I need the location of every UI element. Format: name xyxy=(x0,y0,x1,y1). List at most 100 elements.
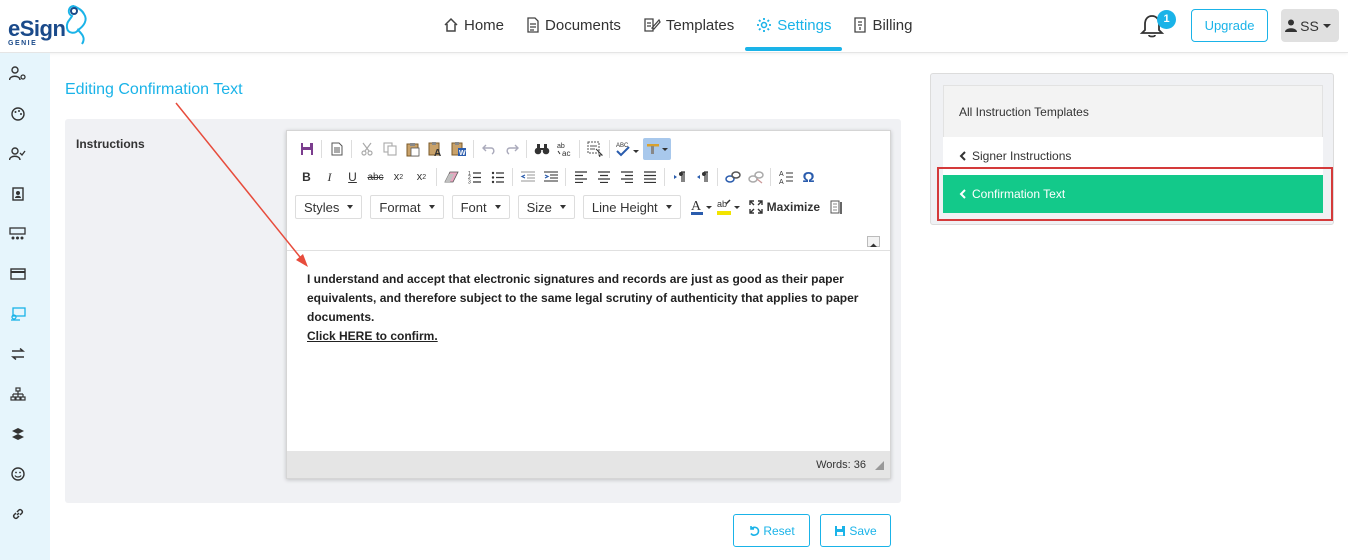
chevron-down-icon xyxy=(494,205,501,209)
numbered-list-icon[interactable]: 123 xyxy=(463,166,486,188)
background-color-icon[interactable]: ab xyxy=(715,196,743,218)
maximize-button[interactable]: Maximize xyxy=(748,196,825,218)
sidebar-transfer-icon[interactable] xyxy=(9,345,26,362)
sidebar-instructions-icon[interactable] xyxy=(9,305,26,322)
instruction-templates-heading: All Instruction Templates xyxy=(943,85,1323,138)
ltr-direction-icon[interactable] xyxy=(668,166,691,188)
anchor-icon[interactable]: AA xyxy=(774,166,797,188)
svg-text:A: A xyxy=(779,179,784,184)
italic-icon[interactable]: I xyxy=(318,166,341,188)
save-doc-icon[interactable] xyxy=(295,138,318,160)
bulleted-list-icon[interactable] xyxy=(486,166,509,188)
sidebar-palette-icon[interactable] xyxy=(9,105,26,122)
gear-icon xyxy=(757,18,772,32)
svg-text:A: A xyxy=(779,171,784,178)
save-label: Save xyxy=(849,523,877,538)
chevron-down-icon xyxy=(347,205,354,209)
nav-documents[interactable]: Documents xyxy=(515,0,632,50)
redo-icon[interactable] xyxy=(500,138,523,160)
sidebar-smiley-icon[interactable] xyxy=(9,465,26,482)
reset-button[interactable]: Reset xyxy=(733,514,810,547)
chevron-down-icon xyxy=(559,205,566,209)
nav-templates[interactable]: Templates xyxy=(632,0,745,50)
font-dropdown-label: Font xyxy=(460,199,487,215)
rtl-direction-icon[interactable] xyxy=(691,166,714,188)
chevron-down-icon xyxy=(665,205,672,209)
sidebar-user-check-icon[interactable] xyxy=(9,145,26,162)
spellcheck-icon[interactable]: ABC xyxy=(613,138,643,160)
triangle-up-icon xyxy=(870,243,877,247)
bold-icon[interactable]: B xyxy=(295,166,318,188)
cut-icon[interactable] xyxy=(355,138,378,160)
resize-handle-icon[interactable] xyxy=(875,461,884,470)
replace-icon[interactable]: ab ac xyxy=(553,138,576,160)
sidebar-integrations-icon[interactable] xyxy=(9,425,26,442)
align-left-icon[interactable] xyxy=(569,166,592,188)
decrease-indent-icon[interactable] xyxy=(516,166,539,188)
line-height-dropdown[interactable]: Line Height xyxy=(582,195,681,219)
paste-icon[interactable] xyxy=(401,138,424,160)
find-icon[interactable] xyxy=(530,138,553,160)
font-dropdown[interactable]: Font xyxy=(451,195,510,219)
toolbar-separator xyxy=(664,168,665,186)
save-button[interactable]: Save xyxy=(820,514,891,547)
remove-format-icon[interactable] xyxy=(440,166,463,188)
template-icon xyxy=(644,18,661,32)
sidebar-contact-card-icon[interactable] xyxy=(9,185,26,202)
collapse-toolbar-button[interactable] xyxy=(867,236,880,247)
confirmation-body-text: I understand and accept that electronic … xyxy=(307,272,859,324)
user-menu-button[interactable]: SS xyxy=(1281,9,1339,42)
esign-genie-logo[interactable]: eSign GENIE xyxy=(6,4,92,48)
size-dropdown[interactable]: Size xyxy=(517,195,575,219)
text-styles-active-icon[interactable] xyxy=(643,138,671,160)
special-character-icon[interactable]: Ω xyxy=(797,166,820,188)
nav-billing[interactable]: Billing xyxy=(842,0,923,50)
underline-icon[interactable]: U xyxy=(341,166,364,188)
paste-text-icon[interactable]: A xyxy=(424,138,447,160)
editor-statusbar: Words: 36 xyxy=(287,451,890,478)
svg-text:ab: ab xyxy=(717,199,727,209)
unlink-icon[interactable] xyxy=(744,166,767,188)
align-right-icon[interactable] xyxy=(615,166,638,188)
copy-icon[interactable] xyxy=(378,138,401,160)
sidebar-link-icon[interactable] xyxy=(9,505,26,522)
line-height-dropdown-label: Line Height xyxy=(591,199,658,215)
increase-indent-icon[interactable] xyxy=(539,166,562,188)
undo-icon[interactable] xyxy=(477,138,500,160)
page-title: Editing Confirmation Text xyxy=(65,81,243,98)
strikethrough-icon[interactable]: abc xyxy=(364,166,387,188)
styles-dropdown[interactable]: Styles xyxy=(295,195,363,219)
text-color-icon[interactable]: A xyxy=(689,196,715,218)
link-icon[interactable] xyxy=(721,166,744,188)
align-center-icon[interactable] xyxy=(592,166,615,188)
nav-home-label: Home xyxy=(464,16,505,34)
svg-text:3: 3 xyxy=(468,180,471,185)
toolbar-separator xyxy=(473,140,474,158)
nav-home[interactable]: Home xyxy=(432,0,515,50)
paste-word-icon[interactable]: W xyxy=(447,138,470,160)
format-dropdown[interactable]: Format xyxy=(370,195,444,219)
upgrade-button[interactable]: Upgrade xyxy=(1191,9,1268,42)
size-dropdown-label: Size xyxy=(526,199,552,215)
subscript-icon[interactable]: x2 xyxy=(387,166,410,188)
floppy-disk-icon xyxy=(835,525,846,536)
instructions-panel: Instructions A W ab ac ABC B I U abc x 2… xyxy=(65,119,901,503)
superscript-icon[interactable]: x2 xyxy=(410,166,433,188)
preview-icon[interactable] xyxy=(325,138,348,160)
editor-content-area[interactable]: I understand and accept that electronic … xyxy=(307,270,877,346)
show-blocks-icon[interactable] xyxy=(825,196,848,218)
maximize-label: Maximize xyxy=(766,200,821,214)
justify-icon[interactable] xyxy=(638,166,661,188)
sidebar-user-settings-icon[interactable] xyxy=(9,65,26,82)
sidebar-sitemap-icon[interactable] xyxy=(9,385,26,402)
nav-templates-label: Templates xyxy=(665,16,735,34)
sidebar-credit-card-icon[interactable] xyxy=(9,265,26,282)
editor-divider xyxy=(287,250,890,251)
chevron-left-icon xyxy=(959,151,966,161)
confirm-link[interactable]: Click HERE to confirm. xyxy=(307,327,877,346)
toolbar-separator xyxy=(579,140,580,158)
sidebar-team-icon[interactable] xyxy=(9,225,26,242)
logo-subtext: GENIE xyxy=(8,40,38,47)
nav-settings[interactable]: Settings xyxy=(745,0,843,51)
select-all-icon[interactable] xyxy=(583,138,606,160)
